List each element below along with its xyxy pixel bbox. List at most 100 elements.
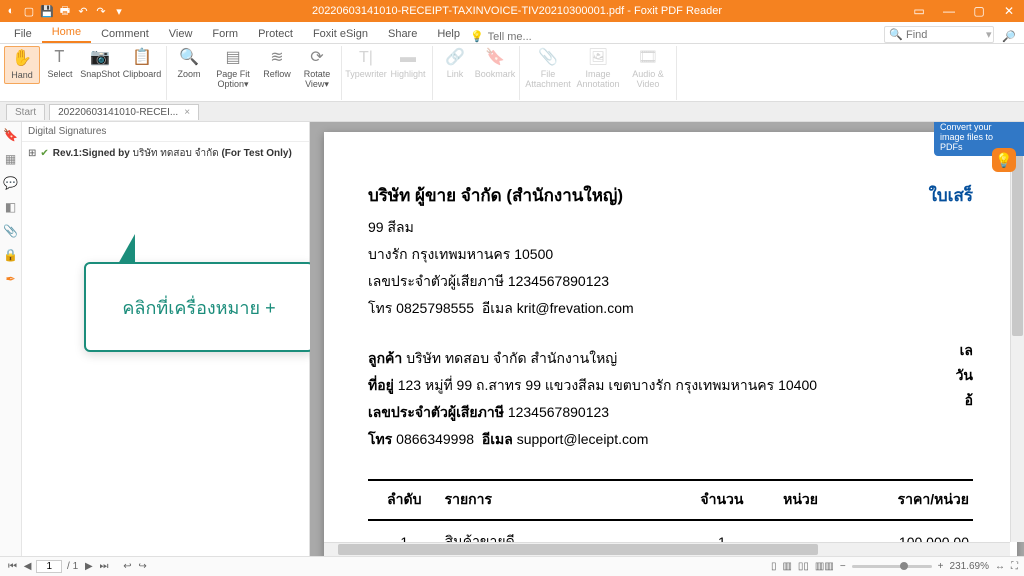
th-price: ราคา/หน่วย	[840, 480, 973, 520]
advanced-search-icon[interactable]: 🔎	[998, 30, 1020, 43]
company-addr2: บางรัก กรุงเทพมหานคร 10500	[368, 244, 973, 266]
open-icon[interactable]: ▢	[22, 4, 36, 18]
zoom-button[interactable]: 🔍Zoom	[171, 46, 207, 82]
document-viewer[interactable]: Convert your image files to PDFs 💡 ใบเสร…	[310, 122, 1024, 556]
audio-video-button[interactable]: 🎞Audio & Video	[624, 46, 672, 92]
zoom-slider-knob[interactable]	[900, 562, 908, 570]
security-panel-icon[interactable]: 🔒	[3, 248, 18, 262]
th-qty: จำนวน	[683, 480, 762, 520]
reflow-button[interactable]: ≋Reflow	[259, 46, 295, 82]
tab-esign[interactable]: Foxit eSign	[303, 25, 378, 43]
highlight-button[interactable]: ▬Highlight	[388, 46, 428, 82]
ui-mode-icon[interactable]: ▭	[908, 4, 930, 18]
th-item: รายการ	[441, 480, 683, 520]
tab-share[interactable]: Share	[378, 25, 427, 43]
layers-panel-icon[interactable]: ◧	[5, 200, 16, 214]
r-lab-ref: อ้	[965, 390, 973, 412]
company-taxid: เลขประจำตัวผู้เสียภาษี 1234567890123	[368, 271, 973, 293]
file-attachment-button[interactable]: 📎File Attachment	[524, 46, 572, 92]
expand-icon[interactable]: ⊞	[28, 148, 36, 159]
fit-width-icon[interactable]: ↔	[995, 561, 1005, 572]
tell-me-input[interactable]	[488, 31, 558, 43]
table-header-row: ลำดับ รายการ จำนวน หน่วย ราคา/หน่วย	[368, 480, 973, 520]
fit-page-icon[interactable]: ⛶	[1011, 561, 1018, 572]
zoom-level[interactable]: 231.69%	[950, 561, 989, 572]
tab-view[interactable]: View	[159, 25, 203, 43]
text-select-icon: Ꭲ	[50, 48, 70, 68]
chevron-down-icon[interactable]: ▾	[986, 28, 992, 41]
continuous-view-icon[interactable]: ▥	[782, 561, 791, 572]
viewer-horizontal-scrollbar[interactable]	[324, 542, 1010, 556]
image-annotation-button[interactable]: 🖼Image Annotation	[574, 46, 622, 92]
tab-form[interactable]: Form	[202, 25, 248, 43]
company-addr1: 99 สีลม	[368, 217, 973, 239]
print-icon[interactable]: 🖶	[58, 4, 72, 18]
fwd-view-icon[interactable]: ↪	[136, 561, 148, 572]
find-input[interactable]	[906, 29, 986, 41]
zoom-in-icon[interactable]: +	[938, 561, 944, 572]
first-page-icon[interactable]: ⏮	[6, 561, 19, 572]
bookmark-icon: 🔖	[485, 48, 505, 68]
ribbon-tabs: File Home Comment View Form Protect Foxi…	[0, 22, 1024, 44]
company-name: บริษัท ผู้ขาย จำกัด (สำนักงานใหญ่)	[368, 182, 973, 209]
bookmark-button[interactable]: 🔖Bookmark	[475, 46, 515, 82]
help-bulb-button[interactable]: 💡	[992, 148, 1016, 172]
page-fit-button[interactable]: ▤Page Fit Option▾	[209, 46, 257, 92]
app-icon: ◐	[4, 4, 18, 18]
bookmarks-panel-icon[interactable]: 🔖	[3, 128, 18, 142]
signature-entry[interactable]: ⊞ ✔ Rev.1:Signed by บริษัท ทดสอบ จำกัด (…	[22, 142, 309, 165]
rotate-view-button[interactable]: ⟳Rotate View▾	[297, 46, 337, 92]
tab-home[interactable]: Home	[42, 23, 91, 43]
select-tool-button[interactable]: ᎢSelect	[42, 46, 78, 82]
tab-start[interactable]: Start	[6, 104, 45, 120]
find-combo[interactable]: 🔍 ▾	[884, 26, 994, 43]
signatures-panel-icon[interactable]: ✒	[5, 272, 15, 286]
tab-help[interactable]: Help	[427, 25, 470, 43]
document-tabs: Start 20220603141010-RECEI...×	[0, 102, 1024, 122]
undo-icon[interactable]: ↶	[76, 4, 90, 18]
typewriter-icon: T|	[356, 48, 376, 68]
quick-access-toolbar: ◐ ▢ 💾 🖶 ↶ ↷ ▾	[4, 4, 126, 18]
save-icon[interactable]: 💾	[40, 4, 54, 18]
snapshot-button[interactable]: 📷SnapShot	[80, 46, 120, 82]
page-input[interactable]	[36, 560, 62, 573]
last-page-icon[interactable]: ⏭	[97, 561, 110, 572]
hand-tool-button[interactable]: ✋Hand	[4, 46, 40, 84]
attachments-panel-icon[interactable]: 📎	[3, 224, 18, 238]
single-page-view-icon[interactable]: ▯	[771, 561, 777, 572]
close-tab-icon[interactable]: ×	[184, 107, 190, 118]
th-unit: หน่วย	[761, 480, 840, 520]
hand-icon: ✋	[12, 49, 32, 69]
fitpage-icon: ▤	[223, 48, 243, 68]
back-view-icon[interactable]: ↩	[121, 561, 133, 572]
tab-comment[interactable]: Comment	[91, 25, 159, 43]
signatures-panel-header: Digital Signatures	[22, 122, 309, 142]
tell-me-search[interactable]: 💡	[470, 30, 640, 43]
tab-document[interactable]: 20220603141010-RECEI...×	[49, 104, 199, 120]
qat-dropdown-icon[interactable]: ▾	[112, 4, 126, 18]
viewer-vertical-scrollbar[interactable]	[1010, 122, 1024, 542]
typewriter-button[interactable]: T|Typewriter	[346, 46, 386, 82]
callout-text: คลิกที่เครื่องหมาย +	[122, 293, 275, 322]
zoom-out-icon[interactable]: −	[840, 561, 846, 572]
zoom-slider[interactable]	[852, 565, 932, 568]
thumbnails-panel-icon[interactable]: ▦	[5, 152, 16, 166]
maximize-icon[interactable]: ▢	[968, 4, 990, 18]
reflow-icon: ≋	[267, 48, 287, 68]
window-title: 20220603141010-RECEIPT-TAXINVOICE-TIV202…	[126, 5, 908, 17]
redo-icon[interactable]: ↷	[94, 4, 108, 18]
signatures-panel: Digital Signatures ⊞ ✔ Rev.1:Signed by บ…	[22, 122, 310, 556]
next-page-icon[interactable]: ▶	[83, 561, 95, 572]
h-scroll-thumb[interactable]	[338, 544, 818, 555]
tab-file[interactable]: File	[4, 25, 42, 43]
continuous-facing-view-icon[interactable]: ▥▥	[815, 561, 834, 572]
clipboard-button[interactable]: 📋Clipboard	[122, 46, 162, 82]
zoom-icon: 🔍	[179, 48, 199, 68]
link-button[interactable]: 🔗Link	[437, 46, 473, 82]
minimize-icon[interactable]: —	[938, 4, 960, 18]
facing-view-icon[interactable]: ▯▯	[798, 561, 809, 572]
tab-protect[interactable]: Protect	[248, 25, 303, 43]
close-icon[interactable]: ✕	[998, 4, 1020, 18]
comments-panel-icon[interactable]: 💬	[3, 176, 18, 190]
prev-page-icon[interactable]: ◀	[22, 561, 34, 572]
